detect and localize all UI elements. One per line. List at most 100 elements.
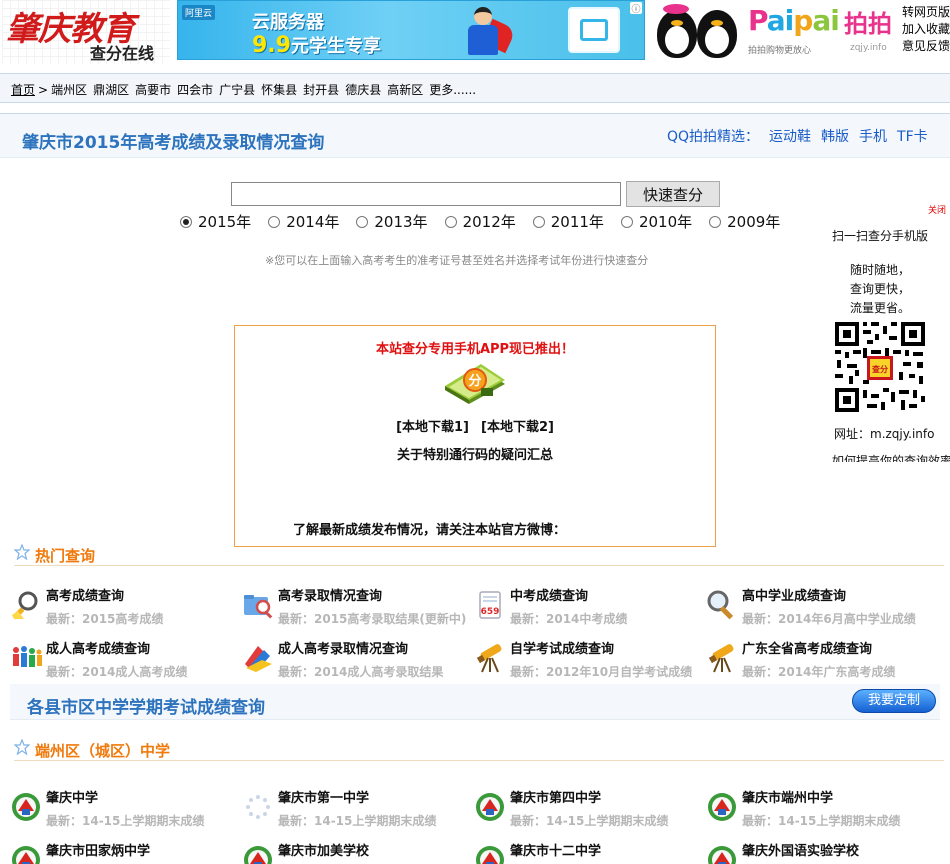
site-logo[interactable]: 肇庆教育 查分在线 (2, 0, 170, 64)
query-item-name[interactable]: 广东全省高考成绩查询 (742, 638, 872, 657)
district-link[interactable]: 端州区 (51, 83, 87, 97)
breadcrumb-home[interactable]: 首页 (11, 83, 35, 97)
query-item[interactable]: 肇庆市第四中学 最新：14-15上学期期末成绩 (474, 787, 706, 837)
query-item-name[interactable]: 自学考试成绩查询 (510, 638, 614, 657)
books-icon[interactable] (242, 642, 274, 674)
query-item-name[interactable]: 肇庆市端州中学 (742, 787, 833, 806)
query-item[interactable]: 高考录取情况查询 最新：2015高考录取结果(更新中) (242, 585, 474, 635)
loading-placeholder-icon[interactable] (242, 791, 274, 823)
pass-code-faq-link[interactable]: 关于特别通行码的疑问汇总 (235, 444, 715, 463)
radio-icon[interactable] (620, 216, 633, 228)
school-emblem-icon[interactable] (10, 844, 42, 864)
query-item-name[interactable]: 高考成绩查询 (46, 585, 124, 604)
query-item-name[interactable]: 中考成绩查询 (510, 585, 588, 604)
district-link[interactable]: 怀集县 (261, 83, 297, 97)
search-input[interactable] (231, 182, 621, 206)
info-icon[interactable]: ⓘ (630, 2, 642, 15)
district-link[interactable]: 四会市 (177, 83, 213, 97)
query-item-name[interactable]: 成人高考成绩查询 (46, 638, 150, 657)
query-item-name[interactable]: 肇庆外国语实验学校 (742, 840, 859, 859)
query-item[interactable]: 659 中考成绩查询 最新：2014中考成绩 (474, 585, 706, 635)
local-download-1-link[interactable]: [本地下载1] (396, 420, 469, 435)
query-item-name[interactable]: 高中学业成绩查询 (742, 585, 846, 604)
query-item[interactable]: 肇庆市加美学校 (242, 840, 474, 864)
people-icon[interactable] (10, 642, 42, 674)
radio-icon[interactable] (268, 216, 281, 228)
query-item-name[interactable]: 肇庆市加美学校 (278, 840, 369, 859)
radio-icon[interactable] (444, 216, 457, 228)
radio-icon[interactable] (709, 216, 722, 228)
quick-search-button[interactable]: 快速查分 (626, 181, 720, 207)
sidebar-mobile-url[interactable]: 网址：m.zqjy.info (834, 425, 934, 442)
district-link[interactable]: 高要市 (135, 83, 171, 97)
query-item[interactable]: 成人高考录取情况查询 最新：2014成人高考录取结果 (242, 638, 474, 688)
query-item[interactable]: 肇庆市田家炳中学 (10, 840, 242, 864)
telescope-icon[interactable] (474, 642, 506, 674)
qq-pick-link[interactable]: 手机 (859, 129, 887, 145)
school-emblem-icon[interactable] (474, 844, 506, 864)
telescope-icon[interactable] (706, 642, 738, 674)
more-districts-link[interactable]: 更多...... (429, 83, 476, 97)
year-option[interactable]: 2009年 (709, 211, 780, 232)
app-book-icon[interactable]: 分 (441, 360, 509, 404)
year-option[interactable]: 2012年 (444, 211, 516, 232)
breadcrumb-links: 首页 > 端州区 鼎湖区 高要市 四会市 广宁县 怀集县 封开县 德庆县 高新区 更多...... (11, 81, 482, 98)
query-item-name[interactable]: 成人高考录取情况查询 (278, 638, 408, 657)
query-item[interactable]: 肇庆市端州中学 最新：14-15上学期期末成绩 (706, 787, 938, 837)
switch-web-version-link[interactable]: 转网页版 (902, 4, 950, 21)
year-option[interactable]: 2013年 (356, 211, 428, 232)
query-item[interactable]: 肇庆市十二中学 (474, 840, 706, 864)
district-link[interactable]: 鼎湖区 (93, 83, 129, 97)
query-item-name[interactable]: 肇庆市第四中学 (510, 787, 601, 806)
query-item[interactable]: 高中学业成绩查询 最新：2014年6月高中学业成绩 (706, 585, 938, 635)
query-item-name[interactable]: 肇庆中学 (46, 787, 98, 806)
query-item[interactable]: 肇庆外国语实验学校 (706, 840, 938, 864)
district-link[interactable]: 广宁县 (219, 83, 255, 97)
magnifier-icon[interactable] (10, 589, 42, 621)
sidebar-close-link[interactable]: 关闭 (928, 203, 946, 216)
search-tool-icon[interactable] (706, 589, 738, 621)
add-favorite-link[interactable]: 加入收藏 (902, 21, 950, 38)
radio-icon[interactable] (532, 216, 545, 228)
query-item-latest: 最新：2014成人高考成绩 (46, 665, 188, 679)
district-link[interactable]: 高新区 (387, 83, 423, 97)
query-item-name[interactable]: 肇庆市第一中学 (278, 787, 369, 806)
query-item[interactable]: 肇庆市第一中学 最新：14-15上学期期末成绩 (242, 787, 474, 837)
folder-search-icon[interactable] (242, 589, 274, 621)
school-emblem-icon[interactable] (706, 844, 738, 864)
query-item[interactable]: 自学考试成绩查询 最新：2012年10月自学考试成绩 (474, 638, 706, 688)
search-tip: ※您可以在上面输入高考考生的准考证号甚至姓名并选择考试年份进行快速查分 (265, 254, 649, 267)
year-option[interactable]: 2015年 (180, 211, 251, 232)
customize-button[interactable]: 我要定制 (852, 689, 936, 713)
school-emblem-icon[interactable] (474, 791, 506, 823)
radio-icon[interactable] (356, 216, 369, 228)
title-bar: 肇庆市2015年高考成绩及录取情况查询 QQ拍拍精选： 运动鞋 韩版 手机 TF卡 (0, 114, 950, 158)
query-item-name[interactable]: 肇庆市田家炳中学 (46, 840, 150, 859)
radio-selected-icon[interactable] (180, 216, 192, 228)
feedback-link[interactable]: 意见反馈 (902, 38, 950, 55)
paipai-ad[interactable]: Paipai 拍拍 拍拍购物更放心 zqjy.info (746, 0, 898, 62)
school-emblem-icon[interactable] (706, 791, 738, 823)
year-option[interactable]: 2014年 (268, 211, 339, 232)
weibo-follow-text: 了解最新成绩发布情况，请关注本站官方微博： (293, 523, 567, 538)
query-item[interactable]: 成人高考成绩查询最新：2014成人高考成绩 (10, 638, 242, 688)
qq-pick-link[interactable]: 运动鞋 (769, 129, 811, 145)
local-download-2-link[interactable]: [本地下载2] (481, 420, 554, 435)
query-item-name[interactable]: 肇庆市十二中学 (510, 840, 601, 859)
school-emblem-icon[interactable] (10, 791, 42, 823)
district-link[interactable]: 封开县 (303, 83, 339, 97)
score-sheet-icon[interactable]: 659 (474, 589, 506, 621)
qq-pick-link[interactable]: TF卡 (897, 129, 928, 145)
qq-pick-link[interactable]: 韩版 (821, 129, 849, 145)
aliyun-ad-banner[interactable]: 阿里云 云服务器 9.9元学生专享 ⓘ (177, 0, 645, 60)
ad-offer-text: 元学生专享 (290, 36, 381, 57)
school-emblem-icon[interactable] (242, 844, 274, 864)
year-option[interactable]: 2011年 (532, 211, 604, 232)
year-option[interactable]: 2010年 (620, 211, 692, 232)
query-item-name[interactable]: 高考录取情况查询 (278, 585, 382, 604)
query-item[interactable]: 肇庆中学 最新：14-15上学期期末成绩 (10, 787, 242, 837)
district-link[interactable]: 德庆县 (345, 83, 381, 97)
query-item[interactable]: 广东全省高考成绩查询 最新：2014年广东高考成绩 (706, 638, 938, 688)
query-item[interactable]: 高考成绩查询 最新：2015高考成绩 (10, 585, 242, 635)
qq-penguins-icon[interactable] (651, 2, 743, 60)
